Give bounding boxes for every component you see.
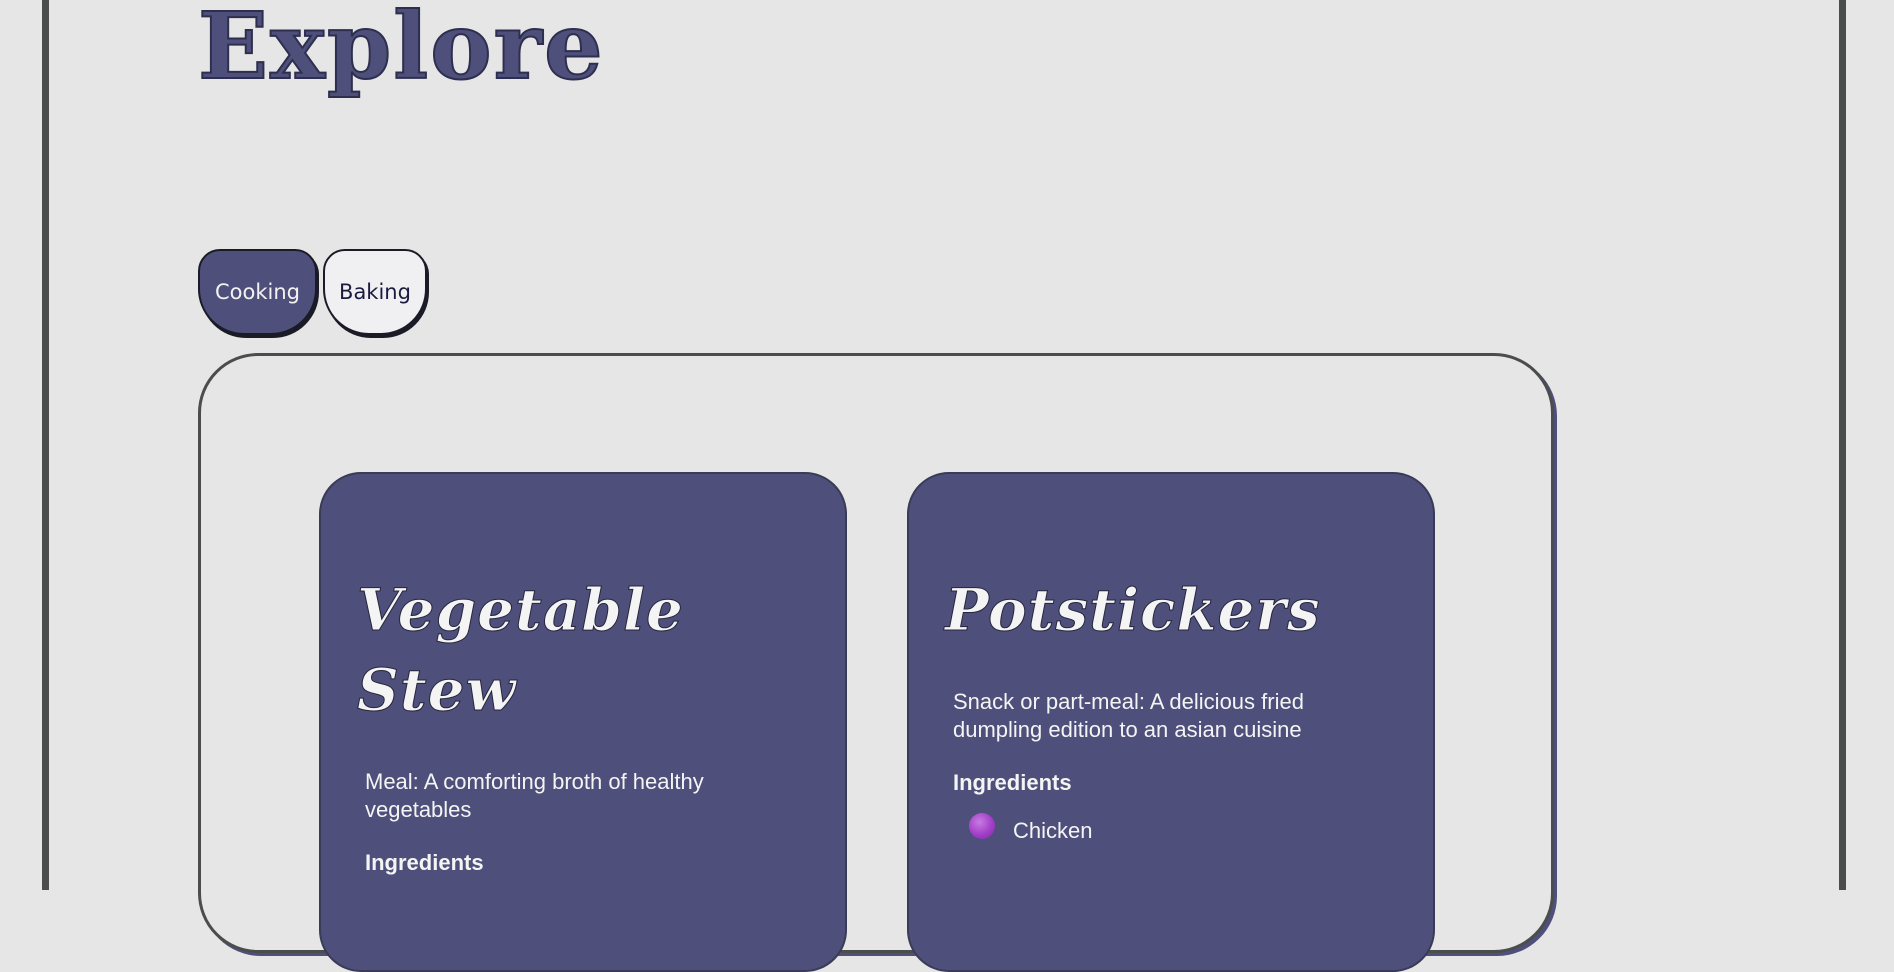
recipe-description: Snack or part-meal: A delicious fried du… xyxy=(953,689,1304,742)
recipe-title: Potstickers xyxy=(945,576,1321,645)
recipe-card-potstickers[interactable]: Potstickers Snack or part-meal: A delici… xyxy=(907,472,1435,972)
recipe-description: Meal: A comforting broth of healthy vege… xyxy=(365,769,704,822)
ingredients-heading: Ingredients xyxy=(953,770,1072,795)
recipe-card-vegetable-stew[interactable]: Vegetable Stew Meal: A comforting broth … xyxy=(319,472,847,972)
ingredients-heading: Ingredients xyxy=(365,850,484,875)
page-title: Explore xyxy=(197,0,605,101)
recipe-title: Vegetable Stew xyxy=(357,576,684,725)
ingredient-label: Chicken xyxy=(1013,818,1093,843)
ingredient-list: Chicken xyxy=(969,813,1093,844)
tab-baking[interactable]: Baking xyxy=(323,249,427,335)
tab-cooking[interactable]: Cooking xyxy=(198,249,317,335)
list-item: Chicken xyxy=(969,813,1093,844)
purple-dot-icon xyxy=(969,813,995,839)
